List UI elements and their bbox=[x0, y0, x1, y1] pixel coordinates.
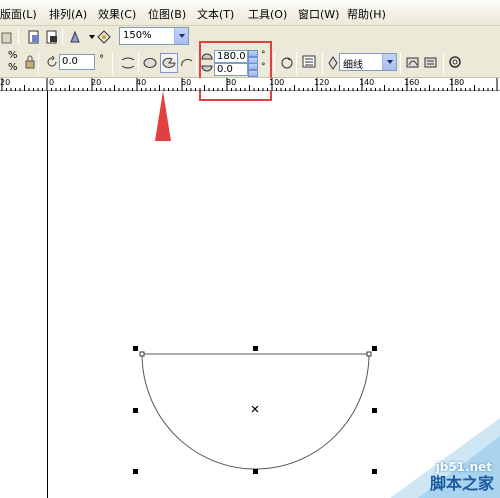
ruler-label: 100 bbox=[269, 78, 285, 87]
ruler-label: 180 bbox=[449, 78, 465, 87]
ellipse-icon[interactable] bbox=[142, 55, 158, 71]
chevron-down-icon[interactable] bbox=[382, 54, 396, 70]
horizontal-ruler: 20 0 20 40 60 80 100 120 140 160 180 bbox=[0, 78, 500, 91]
lock-ratio-icon[interactable] bbox=[22, 54, 38, 70]
selection-handle-top[interactable] bbox=[253, 346, 258, 351]
ruler-label: 20 bbox=[0, 78, 11, 87]
menu-bitmaps[interactable]: 位图(B) bbox=[148, 6, 186, 22]
pie-node-right bbox=[366, 351, 372, 357]
pie-node-left bbox=[139, 351, 145, 357]
menu-bar: 版面(L) 排列(A) 效果(C) 位图(B) 文本(T) 工具(O) 窗口(W… bbox=[0, 0, 500, 26]
pie-icon[interactable] bbox=[160, 53, 178, 73]
ruler-label: 120 bbox=[314, 78, 330, 87]
zoom-level-value: 150% bbox=[123, 30, 152, 41]
rotation-center-icon[interactable] bbox=[251, 405, 259, 416]
ruler-label: 0 bbox=[49, 78, 55, 87]
menu-text[interactable]: 文本(T) bbox=[197, 6, 234, 22]
chevron-down-icon[interactable] bbox=[174, 28, 188, 44]
selection-handle-bottom-left[interactable] bbox=[133, 469, 138, 474]
menu-layout[interactable]: 版面(L) bbox=[0, 6, 37, 22]
selection-handle-right[interactable] bbox=[372, 408, 377, 413]
selection-handle-left[interactable] bbox=[133, 408, 138, 413]
menu-tools[interactable]: 工具(O) bbox=[248, 6, 287, 22]
zoom-level-dropdown[interactable]: 150% bbox=[119, 27, 189, 45]
menu-arrange[interactable]: 排列(A) bbox=[49, 6, 87, 22]
menu-help[interactable]: 帮助(H) bbox=[347, 6, 386, 22]
export-icon[interactable] bbox=[44, 29, 60, 45]
menu-effects[interactable]: 效果(C) bbox=[98, 6, 136, 22]
break-apart-icon[interactable] bbox=[423, 54, 439, 70]
import-icon[interactable] bbox=[26, 29, 42, 45]
selection-handle-bottom-right[interactable] bbox=[372, 469, 377, 474]
target-icon[interactable] bbox=[447, 54, 463, 70]
selection-handle-top-right[interactable] bbox=[372, 346, 377, 351]
outline-width-value: 细线 bbox=[343, 60, 363, 71]
selection-handle-bottom[interactable] bbox=[253, 469, 258, 474]
corel-online-icon[interactable] bbox=[96, 29, 112, 45]
wrap-text-icon[interactable] bbox=[302, 54, 318, 70]
rotation-angle-value: 0.0 bbox=[62, 56, 78, 67]
ruler-label: 80 bbox=[226, 78, 237, 87]
outline-width-dropdown[interactable]: 细线 bbox=[339, 53, 397, 71]
rotation-angle-field[interactable]: 0.0 bbox=[59, 54, 95, 70]
menu-window[interactable]: 窗口(W) bbox=[298, 6, 339, 22]
mirror-icon[interactable] bbox=[120, 55, 136, 71]
convert-to-curves-icon[interactable] bbox=[405, 54, 421, 70]
paste-icon[interactable] bbox=[0, 29, 16, 45]
watermark-name: 脚本之家 bbox=[429, 474, 494, 493]
selection-handle-top-left[interactable] bbox=[133, 346, 138, 351]
ruler-label: 160 bbox=[404, 78, 420, 87]
ruler-label: 20 bbox=[91, 78, 102, 87]
direction-icon[interactable] bbox=[279, 55, 295, 71]
ruler-label: 60 bbox=[181, 78, 192, 87]
arc-icon[interactable] bbox=[179, 55, 195, 71]
ruler-label: 140 bbox=[359, 78, 375, 87]
application-launcher-icon[interactable] bbox=[67, 29, 83, 45]
scale-y-percent: % bbox=[8, 62, 18, 73]
ruler-ticks bbox=[1, 78, 498, 91]
ruler-label: 40 bbox=[136, 78, 147, 87]
rotation-unit: ° bbox=[99, 54, 104, 65]
watermark: jb51.net 脚本之家 bbox=[390, 418, 500, 498]
rotate-icon bbox=[44, 54, 60, 70]
scale-x-percent: % bbox=[8, 50, 18, 61]
